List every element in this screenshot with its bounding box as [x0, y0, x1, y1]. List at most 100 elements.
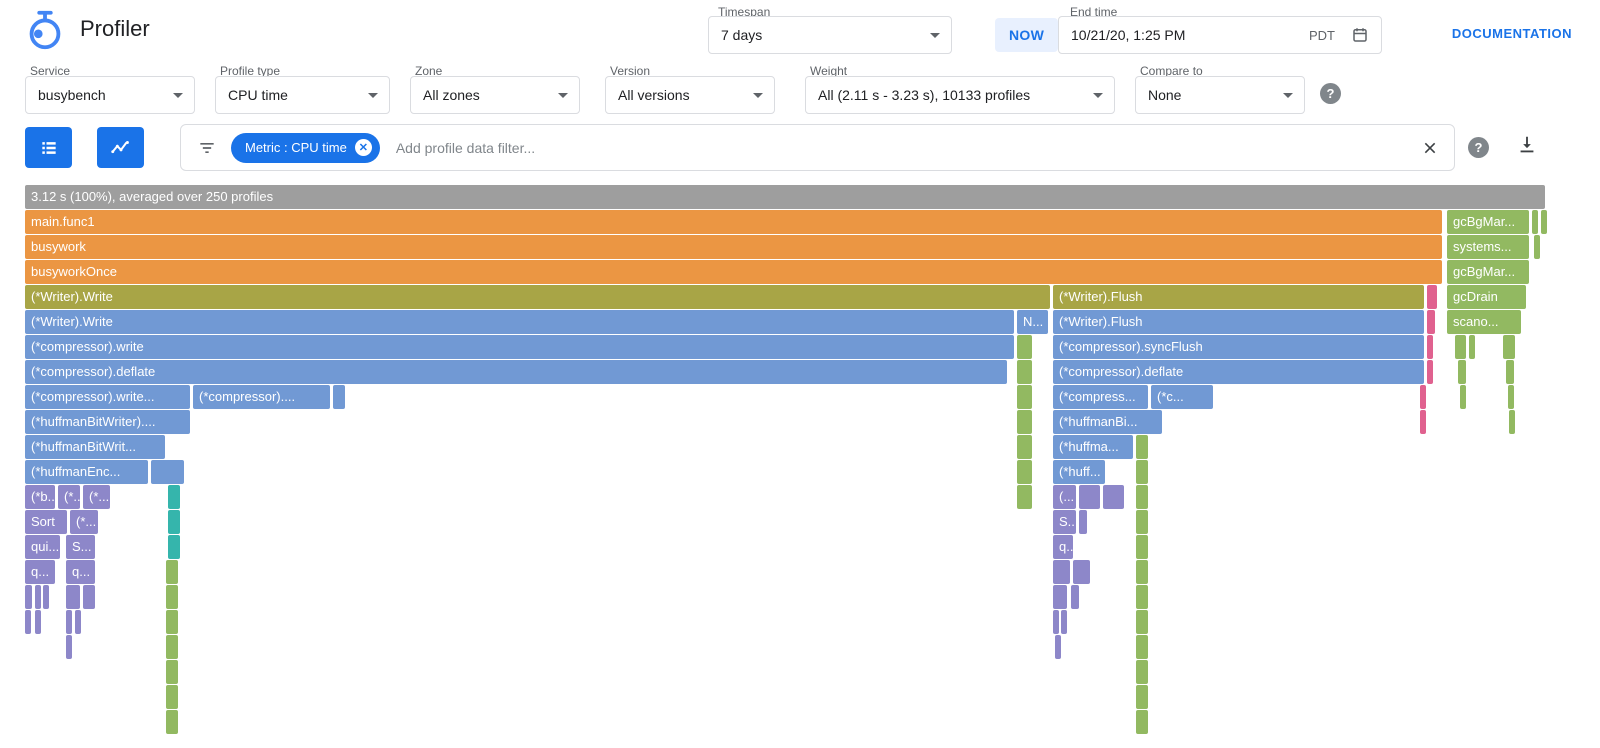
list-view-button[interactable]	[25, 127, 72, 168]
flame-frame[interactable]	[1506, 360, 1514, 384]
flame-frame[interactable]: gcDrain	[1447, 285, 1526, 309]
flame-frame[interactable]	[1136, 435, 1148, 459]
flame-frame[interactable]	[1136, 510, 1148, 534]
flame-frame[interactable]: S...	[1053, 510, 1076, 534]
flame-frame[interactable]	[1017, 385, 1032, 409]
flame-frame[interactable]	[1136, 660, 1148, 684]
flame-frame[interactable]	[1136, 560, 1148, 584]
flame-frame[interactable]: (...	[1053, 485, 1076, 509]
timespan-dropdown[interactable]: 7 days	[708, 16, 952, 54]
flame-frame[interactable]	[83, 585, 95, 609]
flame-frame[interactable]	[166, 660, 178, 684]
flame-frame[interactable]: S...	[66, 535, 95, 559]
flame-frame[interactable]	[1509, 410, 1515, 434]
flame-frame[interactable]: (*huffmanBi...	[1053, 410, 1162, 434]
flame-frame[interactable]	[1532, 210, 1538, 234]
flame-frame[interactable]: (*...	[58, 485, 80, 509]
chart-view-button[interactable]	[97, 127, 144, 168]
flame-frame[interactable]	[1455, 335, 1466, 359]
flame-frame[interactable]	[1503, 335, 1515, 359]
flame-frame[interactable]: (*huffmanBitWriter)....	[25, 410, 190, 434]
flame-frame[interactable]	[166, 635, 178, 659]
flame-frame[interactable]: (*huffmanEnc...	[25, 460, 148, 484]
flame-frame[interactable]: (*b...	[25, 485, 55, 509]
flame-frame[interactable]	[166, 610, 178, 634]
chip-remove-icon[interactable]: ✕	[355, 139, 372, 156]
flame-frame[interactable]: (*...	[83, 485, 110, 509]
flame-frame[interactable]: (*huffmanBitWrit...	[25, 435, 165, 459]
flame-frame[interactable]: (*...	[70, 510, 98, 534]
help-icon-toolbar[interactable]: ?	[1468, 137, 1489, 158]
flame-frame[interactable]: N...	[1017, 310, 1048, 334]
flame-frame[interactable]: (*compressor).deflate	[1053, 360, 1424, 384]
flame-frame[interactable]: systems...	[1447, 235, 1529, 259]
flame-frame[interactable]	[1017, 485, 1032, 509]
flame-frame[interactable]	[333, 385, 345, 409]
flame-frame[interactable]: busywork	[25, 235, 1442, 259]
flame-frame[interactable]	[1460, 385, 1466, 409]
flame-frame[interactable]: gcBgMar...	[1447, 210, 1529, 234]
flame-frame[interactable]	[1136, 485, 1148, 509]
flame-frame[interactable]	[75, 610, 81, 634]
flame-frame[interactable]	[1136, 610, 1148, 634]
flame-frame[interactable]: (*c...	[1151, 385, 1213, 409]
flame-frame[interactable]: (*compressor).deflate	[25, 360, 1007, 384]
flame-frame[interactable]: (*Writer).Flush	[1053, 310, 1424, 334]
flame-frame[interactable]	[166, 560, 178, 584]
flame-frame[interactable]	[166, 710, 178, 734]
documentation-link[interactable]: DOCUMENTATION	[1452, 26, 1572, 41]
flame-frame[interactable]: (*Writer).Write	[25, 285, 1050, 309]
flame-frame[interactable]: qui...	[25, 535, 60, 559]
flame-frame[interactable]	[66, 635, 72, 659]
flame-frame[interactable]: q...	[66, 560, 95, 584]
flame-frame[interactable]	[1017, 360, 1032, 384]
flame-frame[interactable]	[168, 535, 180, 559]
flame-frame[interactable]	[1534, 235, 1540, 259]
flame-frame[interactable]: scano...	[1447, 310, 1521, 334]
flame-frame[interactable]	[1079, 510, 1087, 534]
flame-frame[interactable]: q...	[25, 560, 55, 584]
flame-frame[interactable]: (*compressor).write...	[25, 385, 190, 409]
service-dropdown[interactable]: busybench	[25, 76, 195, 114]
flame-frame[interactable]	[1071, 585, 1079, 609]
flame-frame[interactable]	[168, 510, 180, 534]
calendar-icon[interactable]	[1351, 26, 1369, 44]
flame-frame[interactable]	[1136, 535, 1148, 559]
end-time-value[interactable]: 10/21/20, 1:25 PM	[1071, 27, 1301, 43]
flame-frame[interactable]	[1508, 385, 1514, 409]
flame-frame[interactable]	[1017, 435, 1032, 459]
flame-frame[interactable]	[1420, 385, 1426, 409]
flame-frame[interactable]: busyworkOnce	[25, 260, 1442, 284]
flame-frame[interactable]: (*huff...	[1053, 460, 1105, 484]
metric-filter-chip[interactable]: Metric : CPU time ✕	[231, 133, 380, 163]
flame-frame[interactable]	[166, 585, 178, 609]
flame-frame[interactable]	[43, 585, 49, 609]
zone-dropdown[interactable]: All zones	[410, 76, 580, 114]
flame-frame[interactable]	[1053, 610, 1059, 634]
flame-frame[interactable]	[1053, 560, 1070, 584]
flame-frame[interactable]	[1061, 610, 1067, 634]
flame-frame[interactable]	[35, 585, 41, 609]
flame-frame[interactable]	[1017, 335, 1032, 359]
flame-frame[interactable]: main.func1	[25, 210, 1442, 234]
help-icon[interactable]: ?	[1320, 83, 1341, 104]
flame-frame[interactable]: (*Writer).Flush	[1053, 285, 1424, 309]
flame-frame[interactable]	[25, 585, 32, 609]
flame-frame[interactable]: (*Writer).Write	[25, 310, 1014, 334]
flame-frame[interactable]	[1427, 310, 1435, 334]
flame-frame[interactable]	[1073, 560, 1090, 584]
flame-frame[interactable]: Sort	[25, 510, 67, 534]
flame-frame[interactable]	[166, 685, 178, 709]
flame-frame[interactable]	[35, 610, 41, 634]
clear-filter-icon[interactable]	[1422, 140, 1438, 156]
flame-frame[interactable]	[1017, 460, 1032, 484]
flame-frame[interactable]	[1053, 585, 1067, 609]
weight-dropdown[interactable]: All (2.11 s - 3.23 s), 10133 profiles	[805, 76, 1115, 114]
flame-frame[interactable]: (*huffma...	[1053, 435, 1133, 459]
profile-type-dropdown[interactable]: CPU time	[215, 76, 390, 114]
flame-frame[interactable]: (*compressor).write	[25, 335, 1014, 359]
flame-frame[interactable]	[1458, 360, 1466, 384]
flame-frame[interactable]	[1136, 460, 1148, 484]
flame-frame[interactable]: gcBgMar...	[1447, 260, 1529, 284]
flame-frame[interactable]: (*compress...	[1053, 385, 1148, 409]
